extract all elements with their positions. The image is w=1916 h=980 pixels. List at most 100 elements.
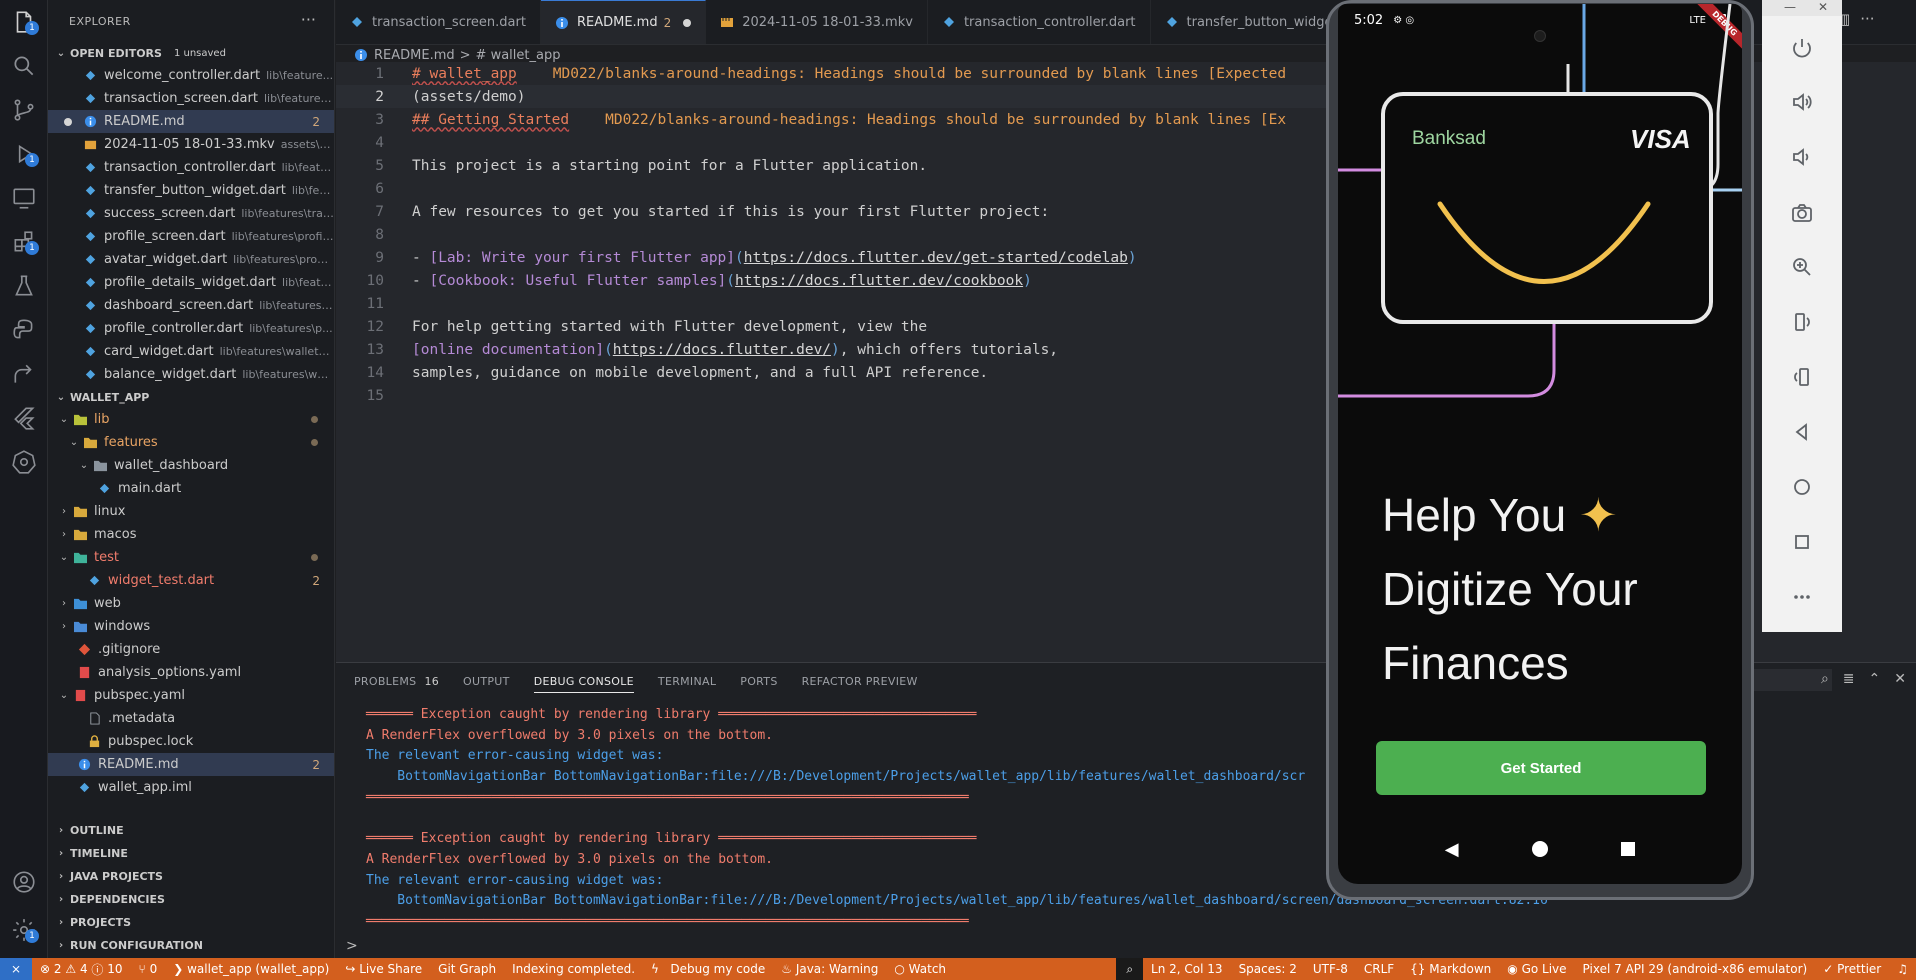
flutter-project-indicator[interactable]: ❯ wallet_app (wallet_app) — [165, 958, 337, 980]
more-options-icon[interactable] — [1762, 575, 1842, 619]
tree-item[interactable]: ⌄ pubspec.yaml — [48, 684, 334, 707]
source-control-icon[interactable] — [0, 88, 48, 132]
code-line-3[interactable]: 3 ## Getting Started MD022/blanks-around-h… — [336, 108, 1286, 131]
code-line-1[interactable]: 1 # wallet_app MD022/blanks-around-heading… — [336, 62, 1286, 85]
open-editor-item[interactable]: profile_screen.dart lib\features\profil..… — [48, 225, 334, 248]
kubernetes-icon[interactable] — [0, 440, 48, 484]
get-started-button[interactable]: Get Started — [1376, 741, 1706, 795]
tree-item[interactable]: ⌄ wallet_dashboard — [48, 454, 334, 477]
zoom-in-icon[interactable] — [1762, 245, 1842, 289]
code-line-10[interactable]: 10- [Cookbook: Useful Flutter samples](h… — [336, 269, 1032, 292]
tree-item[interactable]: wallet_app.iml — [48, 776, 334, 799]
live-share-icon[interactable] — [0, 352, 48, 396]
back-nav-icon[interactable]: ◀ — [1445, 839, 1459, 860]
problems-indicator[interactable]: ⊗ 2 ⚠ 4 ⓘ 10 — [32, 958, 131, 980]
link-url[interactable]: https://docs.flutter.dev/ — [613, 342, 831, 358]
code-line-6[interactable]: 6 — [336, 177, 412, 200]
tab-debug-console[interactable]: DEBUG CONSOLE — [533, 663, 635, 699]
overview-icon[interactable] — [1762, 520, 1842, 564]
recents-nav-icon[interactable] — [1621, 842, 1636, 856]
notifications-bell[interactable]: ♫ — [1889, 958, 1916, 980]
volume-up-icon[interactable] — [1762, 80, 1842, 124]
code-line-14[interactable]: 14 samples, guidance on mobile developmen… — [336, 361, 989, 384]
zoom-search[interactable]: ⌕ — [1116, 958, 1144, 980]
tree-item[interactable]: analysis_options.yaml — [48, 661, 334, 684]
open-editor-item[interactable]: balance_widget.dart lib\features\wal... — [48, 363, 334, 386]
remote-indicator[interactable]: ⨯ — [0, 958, 32, 980]
indentation[interactable]: Spaces: 2 — [1231, 958, 1305, 980]
go-live-button[interactable]: ◉ Go Live — [1499, 958, 1574, 980]
open-editor-item[interactable]: transaction_controller.dart lib\featu... — [48, 156, 334, 179]
code-line-12[interactable]: 12 For help getting started with Flutter … — [336, 315, 928, 338]
tab-transaction-screen[interactable]: transaction_screen.dart — [336, 0, 541, 44]
account-icon[interactable] — [0, 860, 48, 904]
collapsed-section[interactable]: › RUN CONFIGURATION — [48, 934, 334, 957]
collapsed-section[interactable]: › JAVA PROJECTS — [48, 865, 334, 888]
open-editor-item[interactable]: profile_controller.dart lib\features\p... — [48, 317, 334, 340]
volume-down-icon[interactable] — [1762, 135, 1842, 179]
maximize-panel-icon[interactable]: ⌃ — [1869, 671, 1881, 687]
code-line-7[interactable]: 7 A few resources to get you started if t… — [336, 200, 1049, 223]
open-editor-item[interactable]: welcome_controller.dart lib\feature... — [48, 64, 334, 87]
rotate-right-icon[interactable] — [1762, 355, 1842, 399]
tree-item[interactable]: › linux — [48, 500, 334, 523]
close-icon[interactable]: ✕ — [1818, 0, 1828, 16]
tree-item[interactable]: › windows — [48, 615, 334, 638]
home-nav-icon[interactable] — [1531, 841, 1548, 857]
console-input-prompt[interactable]: > — [346, 938, 358, 954]
watch-button[interactable]: ○ Watch — [886, 958, 954, 980]
tree-item[interactable]: ⌄ test — [48, 546, 334, 569]
java-status[interactable]: ♨ Java: Warning — [773, 958, 886, 980]
rotate-left-icon[interactable] — [1762, 300, 1842, 344]
tab-video[interactable]: 2024-11-05 18-01-33.mkv — [706, 0, 928, 44]
tab-ports[interactable]: PORTS — [740, 663, 777, 699]
collapsed-section[interactable]: › OUTLINE — [48, 819, 334, 842]
debug-button[interactable]: ϟ Debug my code — [643, 958, 773, 980]
tree-item[interactable]: .metadata — [48, 707, 334, 730]
code-line-4[interactable]: 4 — [336, 131, 412, 154]
device-selector[interactable]: Pixel 7 API 29 (android-x86 emulator) — [1575, 958, 1816, 980]
prettier-status[interactable]: ✓ Prettier — [1815, 958, 1889, 980]
tree-item[interactable]: ⌄ lib — [48, 408, 334, 431]
link-url[interactable]: https://docs.flutter.dev/cookbook — [735, 273, 1023, 289]
testing-icon[interactable] — [0, 264, 48, 308]
collapsed-section[interactable]: › TIMELINE — [48, 842, 334, 865]
open-editor-item[interactable]: transfer_button_widget.dart lib\feat... — [48, 179, 334, 202]
remote-explorer-icon[interactable] — [0, 176, 48, 220]
code-line-8[interactable]: 8 — [336, 223, 412, 246]
phone-screen[interactable]: 5:02 ⚙ ◎ LTE DEBUG Banksad VISA Help You… — [1338, 4, 1742, 884]
tab-refactor-preview[interactable]: REFACTOR PREVIEW — [802, 663, 918, 699]
open-editor-item[interactable]: dashboard_screen.dart lib\features\... — [48, 294, 334, 317]
minimize-icon[interactable]: — — [1784, 0, 1796, 16]
collapsed-section[interactable]: › DEPENDENCIES — [48, 888, 334, 911]
tree-item[interactable]: ⌄ features — [48, 431, 334, 454]
open-editor-item[interactable]: success_screen.dart lib\features\tran... — [48, 202, 334, 225]
more-actions-icon[interactable]: ··· — [301, 10, 316, 29]
code-line-9[interactable]: 9- [Lab: Write your first Flutter app](h… — [336, 246, 1136, 269]
wallet-app-section[interactable]: ⌄ WALLET_APP — [48, 386, 334, 408]
open-editor-item[interactable]: profile_details_widget.dart lib\featu... — [48, 271, 334, 294]
code-line-13[interactable]: 13 [online documentation](https://docs.fl… — [336, 338, 1059, 361]
breadcrumb-file[interactable]: README.md — [374, 48, 455, 63]
code-line-11[interactable]: 11 — [336, 292, 412, 315]
tree-item[interactable]: › macos — [48, 523, 334, 546]
run-debug-icon[interactable]: 1 — [0, 132, 48, 176]
camera-icon[interactable] — [1762, 191, 1842, 235]
tab-terminal[interactable]: TERMINAL — [658, 663, 716, 699]
cursor-position[interactable]: Ln 2, Col 13 — [1143, 958, 1231, 980]
settings-gear-icon[interactable]: 1 — [0, 908, 48, 952]
tab-output[interactable]: OUTPUT — [463, 663, 510, 699]
code-line-15[interactable]: 15 — [336, 384, 412, 407]
ports-indicator[interactable]: ⑂ 0 — [131, 958, 166, 980]
search-icon[interactable]: ⌕ — [1821, 671, 1829, 687]
python-icon[interactable] — [0, 308, 48, 352]
encoding[interactable]: UTF-8 — [1305, 958, 1356, 980]
tab-transaction-controller[interactable]: transaction_controller.dart — [928, 0, 1151, 44]
home-icon[interactable] — [1762, 465, 1842, 509]
code-line-5[interactable]: 5 This project is a starting point for a … — [336, 154, 927, 177]
flutter-icon[interactable] — [0, 396, 48, 440]
open-editor-item[interactable]: transaction_screen.dart lib\features\... — [48, 87, 334, 110]
unsaved-dot-icon[interactable] — [64, 117, 72, 126]
live-share-button[interactable]: ↪ Live Share — [337, 958, 430, 980]
clear-console-icon[interactable]: ≣ — [1843, 671, 1855, 687]
